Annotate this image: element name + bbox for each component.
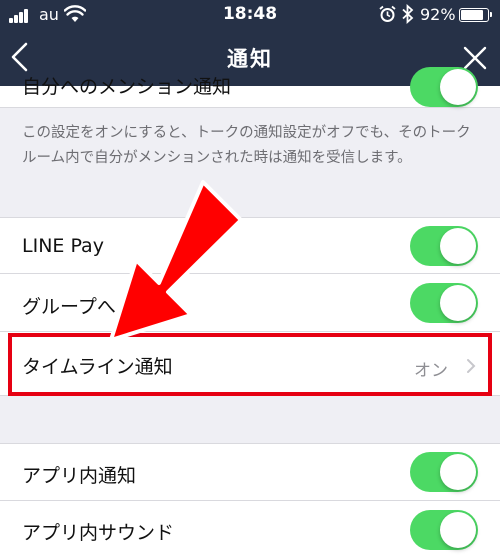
row-in-app-notification: アプリ内通知 [0,443,500,501]
row-label: 自分へのメンション通知 [22,76,232,98]
row-label: LINE Pay [22,235,104,257]
battery-icon [459,8,492,22]
status-bar: au 18:48 92% [0,0,500,30]
in-app-toggle[interactable] [410,452,478,492]
highlight-box [8,333,492,396]
mention-toggle[interactable] [410,67,478,107]
battery-percent: 92% [420,5,456,24]
close-icon[interactable] [462,45,488,71]
toggle-knob [440,228,476,264]
toggle-knob [440,454,476,490]
group-toggle[interactable] [410,283,478,323]
alarm-icon [379,5,396,22]
row-line-pay: LINE Pay [0,217,500,274]
mention-footnote: この設定をオンにすると、トークの通知設定がオフでも、そのトークルーム内で自分がメ… [22,125,471,166]
bluetooth-icon [402,4,414,24]
toggle-knob [440,69,476,105]
row-mention-notification: 自分へのメンション通知 [0,67,500,108]
row-in-app-sound: アプリ内サウンド [0,501,500,560]
toggle-knob [440,285,476,321]
toggle-knob [440,512,476,548]
row-label: アプリ内サウンド [22,522,175,544]
row-label: グループへ [22,296,116,318]
in-app-sound-toggle[interactable] [410,510,478,550]
line-pay-toggle[interactable] [410,226,478,266]
row-label: アプリ内通知 [22,465,137,487]
row-group: グループへ [0,274,500,332]
